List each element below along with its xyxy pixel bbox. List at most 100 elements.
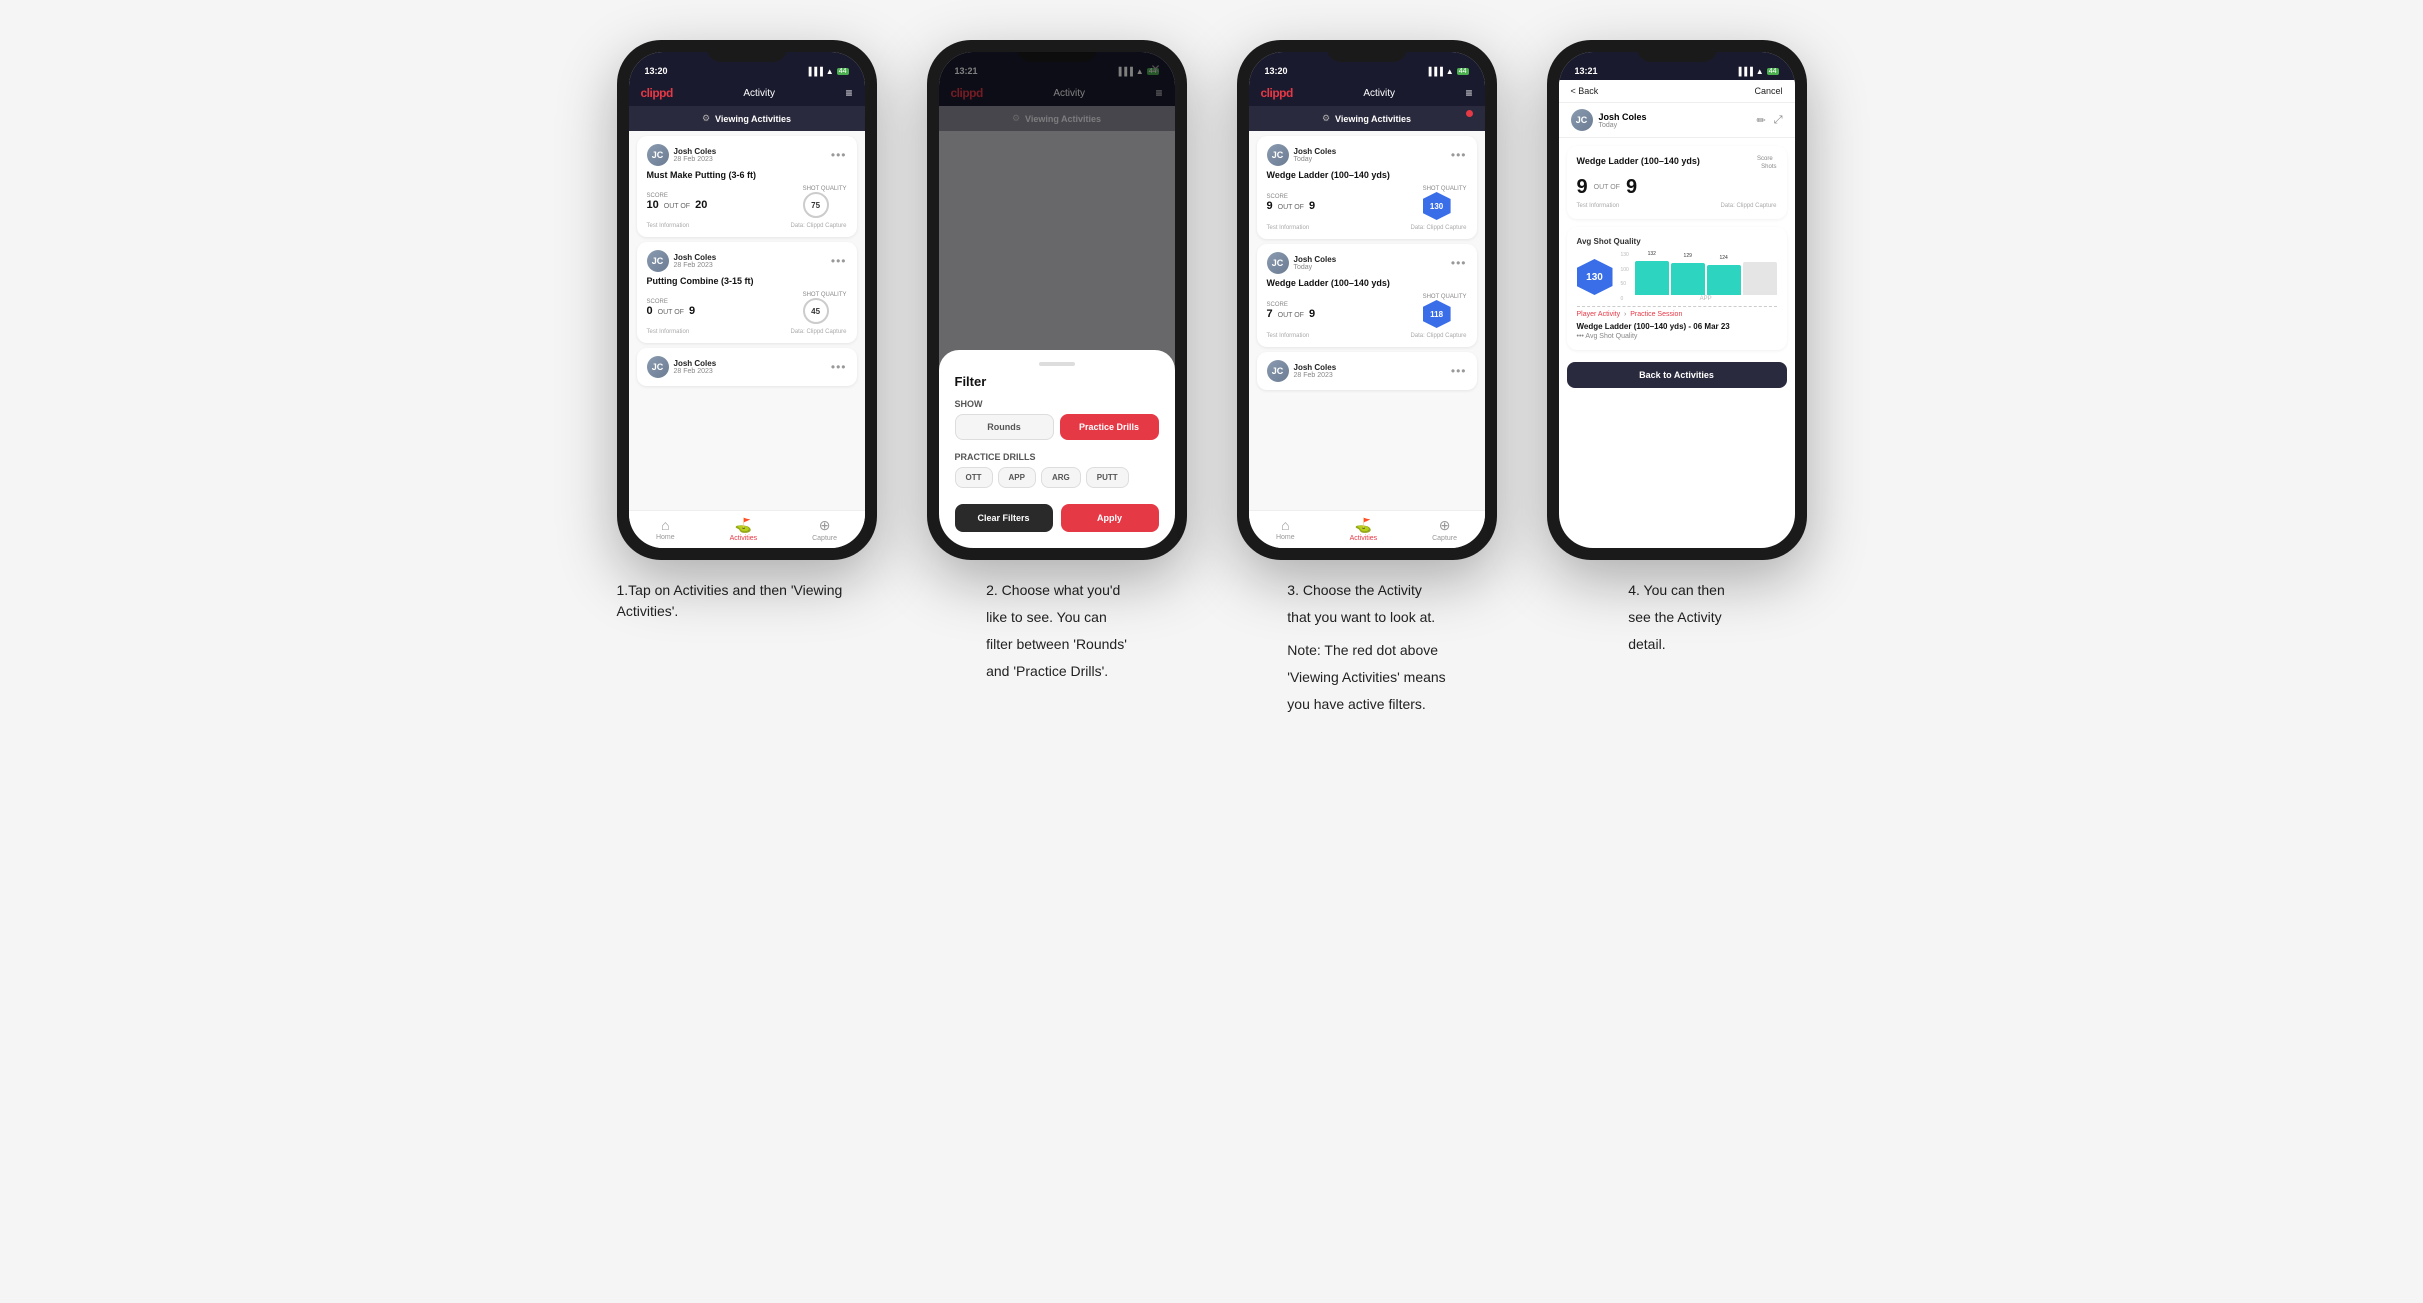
practice-session-subtitle-4: Wedge Ladder (100–140 yds) - 06 Mar 23: [1577, 322, 1777, 331]
shots-value-3-2: 9: [1309, 308, 1315, 320]
activity-card-3-3[interactable]: JC Josh Coles 28 Feb 2023 •••: [1257, 352, 1477, 390]
quality-badge-3-2: 118: [1423, 300, 1451, 328]
step-desc-2: 2. Choose what you'd like to see. You ca…: [986, 580, 1127, 688]
bottom-nav-activities-1[interactable]: ⛳ Activities: [730, 517, 758, 542]
card-dots-1-2[interactable]: •••: [831, 254, 847, 268]
activities-label-3: Activities: [1350, 535, 1378, 542]
wifi-icon-3: ▲: [1446, 67, 1454, 76]
detail-card-title-4: Wedge Ladder (100–140 yds): [1577, 156, 1754, 166]
nav-title-3: Activity: [1363, 88, 1395, 99]
status-icons-4: ▐▐▐ ▲ 44: [1736, 67, 1779, 76]
bar-label-1-4: 132: [1648, 251, 1656, 257]
step-desc-line-2-4: and 'Practice Drills'.: [986, 661, 1127, 682]
phone-3: 13:20 ▐▐▐ ▲ 44 clippd Activity ≡ ⚙ Viewi…: [1237, 40, 1497, 560]
detail-card-header-4: Wedge Ladder (100–140 yds) Score Shots: [1577, 156, 1777, 170]
score-value-3-2: 7: [1267, 308, 1273, 320]
practice-drills-btn-2[interactable]: Practice Drills: [1060, 414, 1159, 440]
bottom-nav-home-1[interactable]: ⌂ Home: [656, 517, 675, 542]
user-date-3-1: Today: [1294, 156, 1337, 163]
user-info-1-3: Josh Coles 28 Feb 2023: [674, 359, 717, 375]
viewing-banner-text-3: Viewing Activities: [1335, 114, 1411, 124]
bottom-nav-home-3[interactable]: ⌂ Home: [1276, 517, 1295, 542]
tag-putt-2[interactable]: PUTT: [1086, 467, 1129, 488]
practice-tag-label-2: Practice Drills: [955, 452, 1159, 462]
chart-row-4: 130 130 100 50 0: [1577, 252, 1777, 302]
viewing-banner-3[interactable]: ⚙ Viewing Activities: [1249, 106, 1485, 131]
activity-card-1-3[interactable]: JC Josh Coles 28 Feb 2023 •••: [637, 348, 857, 386]
bar-chart-4: 130 100 50 0 132: [1621, 252, 1777, 302]
practice-session-label-4: Player Activity › Practice Session: [1577, 311, 1777, 318]
activity-card-1-1[interactable]: JC Josh Coles 28 Feb 2023 ••• Must Make …: [637, 136, 857, 237]
step-1: 13:20 ▐▐▐ ▲ 44 clippd Activity ≡ ⚙ Viewi…: [607, 40, 887, 628]
score-row-3-1: 9 OUT OF 9: [1267, 200, 1316, 212]
apply-btn-2[interactable]: Apply: [1061, 504, 1159, 532]
shots-value-3-1: 9: [1309, 200, 1315, 212]
step-desc-line-4-2: see the Activity: [1628, 607, 1725, 628]
card-footer-3-1: Test Information Data: Clippd Capture: [1267, 225, 1467, 231]
sheet-close-btn-2[interactable]: ✕: [1150, 62, 1160, 76]
capture-label-3: Capture: [1432, 535, 1457, 542]
filter-title-2: Filter: [955, 374, 1159, 389]
card-dots-1-1[interactable]: •••: [831, 148, 847, 162]
quality-badge-1-2: 45: [803, 298, 829, 324]
avatar-1-1: JC: [647, 144, 669, 166]
avatar-1-2: JC: [647, 250, 669, 272]
y-label-top-4: 130: [1621, 252, 1629, 258]
filter-sheet-2: ✕ Filter Show Rounds Practice Drills Pra…: [939, 350, 1175, 548]
back-to-activities-btn-4[interactable]: Back to Activities: [1567, 362, 1787, 388]
nav-title-1: Activity: [743, 88, 775, 99]
edit-icon-4[interactable]: ✏: [1756, 114, 1765, 127]
activity-card-3-2[interactable]: JC Josh Coles Today ••• Wedge Ladder (10…: [1257, 244, 1477, 347]
sheet-handle-2: [1039, 362, 1075, 366]
card-user-3-2: JC Josh Coles Today: [1267, 252, 1337, 274]
bottom-nav-capture-1[interactable]: ⊕ Capture: [812, 517, 837, 542]
card-dots-1-3[interactable]: •••: [831, 360, 847, 374]
step-desc-3: 3. Choose the Activity that you want to …: [1287, 580, 1445, 721]
phone-4: 13:21 ▐▐▐ ▲ 44 < Back Cancel JC: [1547, 40, 1807, 560]
bottom-nav-activities-3[interactable]: ⛳ Activities: [1350, 517, 1378, 542]
expand-icon-4[interactable]: ⤢: [1774, 114, 1783, 127]
bottom-nav-capture-3[interactable]: ⊕ Capture: [1432, 517, 1457, 542]
rounds-btn-2[interactable]: Rounds: [955, 414, 1054, 440]
notch-1: [707, 40, 787, 62]
bottom-nav-3: ⌂ Home ⛳ Activities ⊕ Capture: [1249, 510, 1485, 548]
step-4: 13:21 ▐▐▐ ▲ 44 < Back Cancel JC: [1537, 40, 1817, 661]
card-dots-3-1[interactable]: •••: [1451, 148, 1467, 162]
capture-icon-1: ⊕: [819, 517, 831, 534]
test-info-row-4: Test Information Data: Clippd Capture: [1577, 203, 1777, 209]
battery-icon-3: 44: [1457, 68, 1469, 75]
menu-icon-3[interactable]: ≡: [1465, 86, 1472, 100]
card-footer-3-2: Test Information Data: Clippd Capture: [1267, 333, 1467, 339]
capture-icon-3: ⊕: [1439, 517, 1451, 534]
cancel-btn-4[interactable]: Cancel: [1754, 86, 1782, 96]
hex-chart-badge-4: 130: [1577, 259, 1613, 295]
tag-arg-2[interactable]: ARG: [1041, 467, 1081, 488]
activity-card-3-1[interactable]: JC Josh Coles Today ••• Wedge Ladder (10…: [1257, 136, 1477, 239]
avatar-1-3: JC: [647, 356, 669, 378]
step-desc-line-2-2: like to see. You can: [986, 607, 1127, 628]
avatar-4: JC: [1571, 109, 1593, 131]
user-date-1-1: 28 Feb 2023: [674, 156, 717, 163]
status-icons-1: ▐▐▐ ▲ 44: [806, 67, 849, 76]
user-info-3-3: Josh Coles 28 Feb 2023: [1294, 363, 1337, 379]
viewing-banner-1[interactable]: ⚙ Viewing Activities: [629, 106, 865, 131]
home-icon-3: ⌂: [1281, 517, 1289, 533]
status-time-3: 13:20: [1265, 66, 1288, 76]
activity-card-1-2[interactable]: JC Josh Coles 28 Feb 2023 ••• Putting Co…: [637, 242, 857, 343]
notch-4: [1637, 40, 1717, 62]
back-btn-4[interactable]: < Back: [1571, 86, 1599, 96]
step-desc-4: 4. You can then see the Activity detail.: [1628, 580, 1725, 661]
tag-ott-2[interactable]: OTT: [955, 467, 993, 488]
card-dots-3-2[interactable]: •••: [1451, 256, 1467, 270]
status-icons-3: ▐▐▐ ▲ 44: [1426, 67, 1469, 76]
phone-screen-4: 13:21 ▐▐▐ ▲ 44 < Back Cancel JC: [1559, 52, 1795, 548]
tag-app-2[interactable]: APP: [998, 467, 1036, 488]
bar-4-4: [1743, 262, 1777, 295]
card-dots-3-3[interactable]: •••: [1451, 364, 1467, 378]
quality-label-3-2: Shot Quality: [1423, 294, 1467, 300]
clear-filters-btn-2[interactable]: Clear Filters: [955, 504, 1053, 532]
home-label-3: Home: [1276, 534, 1295, 541]
menu-icon-1[interactable]: ≡: [845, 86, 852, 100]
card-footer-1-2: Test Information Data: Clippd Capture: [647, 329, 847, 335]
signal-icon-3: ▐▐▐: [1426, 67, 1443, 76]
